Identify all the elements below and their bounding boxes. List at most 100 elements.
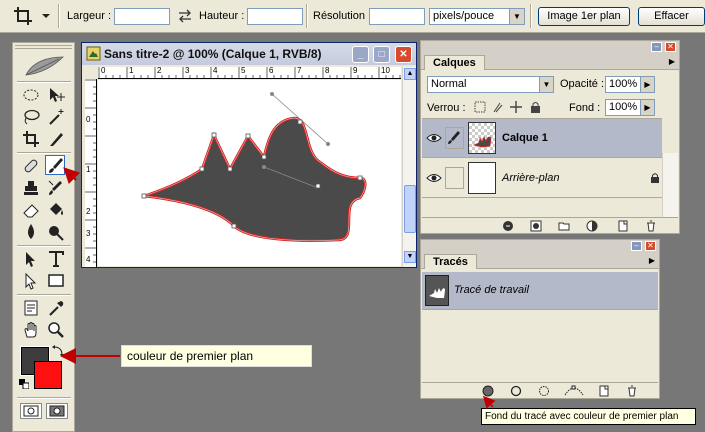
resolution-label: Résolution : <box>313 10 372 22</box>
new-layer-icon[interactable] <box>617 220 629 232</box>
lock-transparency-icon <box>474 101 486 113</box>
new-path-icon[interactable] <box>598 385 610 397</box>
ruler-label: 1 <box>129 66 134 75</box>
document-canvas[interactable] <box>98 80 401 266</box>
panel-title-bar[interactable]: – ✕ <box>421 41 679 54</box>
zoom-icon[interactable] <box>46 320 66 340</box>
panel-menu-icon[interactable]: ▶ <box>669 57 675 66</box>
dodge-icon[interactable] <box>46 222 66 242</box>
toolbox-grip[interactable] <box>15 45 72 49</box>
standard-mode-button[interactable] <box>20 403 42 419</box>
ruler-label: 2 <box>86 207 91 216</box>
maximize-button[interactable]: □ <box>373 46 390 63</box>
width-field[interactable] <box>114 8 170 25</box>
anchor-point <box>227 166 233 172</box>
bucket-icon[interactable] <box>46 200 66 220</box>
layer-name[interactable]: Arrière-plan <box>502 172 559 184</box>
lock-label: Verrou : <box>427 102 466 114</box>
feather-icon[interactable] <box>21 53 66 79</box>
brush-icon[interactable] <box>45 155 65 175</box>
chevron-down-icon: ▼ <box>539 77 553 92</box>
notes-icon[interactable] <box>21 298 41 318</box>
layer-thumbnail <box>468 122 496 154</box>
trash-icon[interactable] <box>645 220 657 232</box>
move-icon[interactable] <box>46 85 66 105</box>
load-selection-icon[interactable] <box>538 385 550 397</box>
resolution-field[interactable] <box>369 8 425 25</box>
stamp-icon[interactable] <box>21 178 41 198</box>
history-brush-icon[interactable] <box>46 178 66 198</box>
close-button[interactable]: ✕ <box>395 46 412 63</box>
slice-icon[interactable] <box>46 129 66 149</box>
path-shape[interactable] <box>98 80 401 266</box>
layer-style-icon[interactable] <box>530 220 542 232</box>
document-title: Sans titre-2 @ 100% (Calque 1, RVB/8) <box>104 47 322 61</box>
background-color-swatch[interactable] <box>34 361 62 389</box>
crop-icon[interactable] <box>10 4 54 28</box>
blend-mode-select[interactable]: Normal ▼ <box>427 76 554 93</box>
panel-close-button[interactable]: ✕ <box>665 42 676 52</box>
panel-minimize-button[interactable]: – <box>631 241 642 251</box>
blur-icon[interactable] <box>21 222 41 242</box>
separator <box>58 4 60 28</box>
panel-minimize-button[interactable]: – <box>651 42 662 52</box>
healing-icon[interactable] <box>21 156 41 176</box>
document-title-bar[interactable]: Sans titre-2 @ 100% (Calque 1, RVB/8) _ … <box>82 43 416 65</box>
resolution-unit-select[interactable]: pixels/pouce ▼ <box>429 8 525 25</box>
make-work-path-icon[interactable] <box>564 385 584 397</box>
shape-icon[interactable] <box>46 271 66 291</box>
trash-icon[interactable] <box>626 385 638 397</box>
scroll-down-icon[interactable]: ▼ <box>404 251 416 263</box>
lasso-icon[interactable] <box>21 107 41 127</box>
eye-icon[interactable] <box>426 131 442 145</box>
chevron-right-icon[interactable]: ▶ <box>640 77 654 92</box>
vertical-scrollbar[interactable]: ▲ ▼ <box>402 67 416 267</box>
front-image-button[interactable]: Image 1er plan <box>538 7 630 26</box>
stroke-path-icon[interactable] <box>510 385 522 397</box>
separator <box>17 81 71 83</box>
fill-field[interactable]: 100% ▶ <box>605 99 655 116</box>
quick-mask-button[interactable] <box>46 403 68 419</box>
resolution-unit-value: pixels/pouce <box>433 10 495 22</box>
hand-icon[interactable] <box>21 320 41 340</box>
anchor-point <box>261 154 267 160</box>
path-select-icon[interactable] <box>21 249 41 269</box>
path-row[interactable]: Tracé de travail <box>422 272 658 310</box>
minimize-button[interactable]: _ <box>352 46 369 63</box>
layer-row[interactable]: Calque 1 <box>422 119 662 158</box>
eraser-icon[interactable] <box>21 200 41 220</box>
link-box[interactable] <box>445 167 464 189</box>
crop-tool-icon[interactable] <box>21 129 41 149</box>
scroll-up-icon[interactable]: ▲ <box>404 68 416 80</box>
opacity-field[interactable]: 100% ▶ <box>605 76 655 93</box>
panel-title-bar[interactable]: – ✕ <box>421 240 659 253</box>
chevron-right-icon[interactable]: ▶ <box>640 100 654 115</box>
direct-select-icon[interactable] <box>21 271 41 291</box>
folder-icon[interactable] <box>558 220 570 232</box>
layer-row[interactable]: Arrière-plan <box>422 159 662 198</box>
height-field[interactable] <box>247 8 303 25</box>
panel-close-button[interactable]: ✕ <box>645 241 656 251</box>
scrollbar-thumb[interactable] <box>404 185 416 233</box>
layers-scrollbar[interactable] <box>662 153 678 217</box>
panel-menu-icon[interactable]: ▶ <box>649 256 655 265</box>
layer-name[interactable]: Calque 1 <box>502 132 548 144</box>
swap-arrows-icon[interactable] <box>178 9 192 23</box>
tab-paths[interactable]: Tracés <box>424 254 477 269</box>
path-name[interactable]: Tracé de travail <box>454 284 529 296</box>
magic-wand-icon[interactable] <box>46 107 66 127</box>
marquee-icon[interactable] <box>21 85 41 105</box>
ruler-label: 0 <box>101 66 106 75</box>
brush-link-icon[interactable] <box>445 127 464 149</box>
eyedropper-icon[interactable] <box>46 298 66 318</box>
type-icon[interactable] <box>46 249 66 269</box>
fill-path-icon[interactable] <box>482 385 494 397</box>
default-colors-icon[interactable] <box>19 379 30 390</box>
tab-layers[interactable]: Calques <box>424 55 485 70</box>
horizontal-ruler: 0 1 2 3 4 5 6 7 8 9 10 <box>98 66 401 79</box>
clear-button[interactable]: Effacer <box>638 7 705 26</box>
eye-icon[interactable] <box>426 171 442 185</box>
adjustment-icon[interactable] <box>586 220 598 232</box>
swap-colors-icon[interactable] <box>52 345 64 357</box>
link-layers-icon[interactable] <box>502 220 514 232</box>
